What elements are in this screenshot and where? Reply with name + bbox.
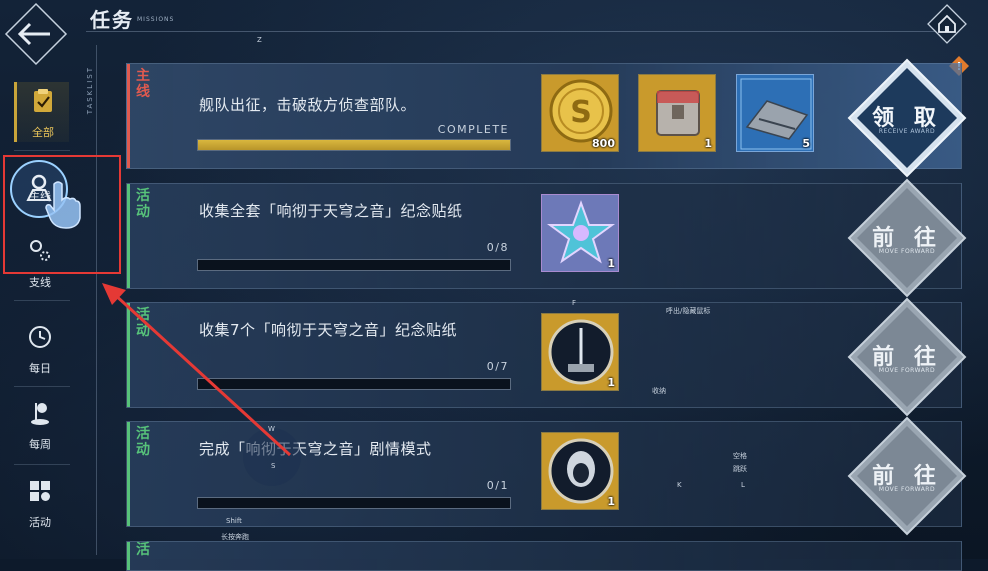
progress-label: COMPLETE [437,123,509,136]
task-card-main: 主线 舰队出征，击破敌方侦查部队。 COMPLETE S 800 1 5 领 取… [126,58,967,178]
reward-item[interactable]: 1 [541,432,619,510]
category-label: 活动 [136,307,150,339]
task-description: 收集7个「响彻于天穹之音」纪念贴纸 [199,321,458,339]
key-hint: 长按奔跑 [221,533,249,541]
reward-count: 1 [607,495,615,508]
progress-fill [198,140,510,150]
move-forward-button[interactable]: 前 往 MOVE FORWARD [847,297,967,417]
action-sublabel: MOVE FORWARD [878,248,936,255]
reward-item[interactable]: 1 [541,194,619,272]
key-hint: Z [257,36,262,44]
reward-item[interactable]: 5 [736,74,814,152]
clipboard-icon [34,89,52,112]
reward-count: 800 [592,137,615,150]
move-forward-button[interactable]: 前 往 MOVE FORWARD [847,178,967,298]
sidebar-item-label: 每日 [29,362,51,375]
title-divider [86,31,946,32]
reward-count: 1 [704,137,712,150]
home-button[interactable] [927,4,967,44]
reward-item[interactable]: 1 [638,74,716,152]
category-label: 活动 [136,188,150,220]
reward-count: 5 [802,137,810,150]
task-card-event: 活 [126,541,962,571]
sidebar-divider [96,45,97,555]
key-hint: F [572,299,577,307]
sidebar-separator [14,150,70,151]
action-sublabel: RECEIVE AWARD [878,128,936,135]
sidebar-item-daily[interactable]: 每日 [14,318,66,378]
reward-count: 1 [607,257,615,270]
sidebar-separator [14,464,70,465]
receive-award-button[interactable]: 领 取 RECEIVE AWARD [847,58,967,178]
key-hint: K [677,481,682,489]
tasklist-label: TASKLIST [86,66,94,115]
reward-item[interactable]: 1 [541,313,619,391]
clock-icon [29,326,51,348]
progress-label: 0/7 [486,360,509,373]
move-forward-button[interactable]: 前 往 MOVE FORWARD [847,416,967,536]
sidebar-item-label: 全部 [32,126,54,139]
key-hint: 呼出/隐藏鼠标 [666,307,711,315]
highlight-box [3,155,121,274]
sidebar-item-event[interactable]: 活动 [14,472,66,532]
task-description: 收集全套「响彻于天穹之音」纪念贴纸 [199,202,463,220]
category-bar [127,422,130,526]
key-hint: W [268,425,275,433]
svg-text:S: S [570,95,592,130]
grid-icon [30,481,50,501]
top-bar: 任务 MISSIONS ! [0,0,988,76]
category-label: 活 [136,542,150,558]
joystick-hint [243,428,301,486]
progress-label: 0/1 [486,479,509,492]
category-bar [127,303,130,407]
task-card-event: 活动 收集7个「响彻于天穹之音」纪念贴纸 0/7 1 前 往 MOVE FORW… [126,297,967,417]
sidebar-item-label: 每周 [29,438,51,451]
key-hint: 跳跃 [733,465,747,473]
action-sublabel: MOVE FORWARD [878,367,936,374]
progress-bar [197,259,511,271]
key-hint: 空格 [733,452,747,460]
sidebar-item-label: 活动 [29,516,51,529]
reward-item[interactable]: S 800 [541,74,619,152]
key-hint: L [741,481,745,489]
back-button[interactable] [4,2,68,66]
sidebar-item-all[interactable]: 全部 [14,82,69,142]
sidebar-item-label: 支线 [29,276,51,289]
flag-icon [31,403,49,425]
category-label: 活动 [136,426,150,458]
page-title: 任务 [90,8,134,32]
progress-bar [197,139,511,151]
category-label: 主线 [136,68,150,100]
key-hint: 收纳 [652,387,666,395]
sidebar-separator [14,386,70,387]
task-description: 舰队出征，击破敌方侦查部队。 [199,96,417,114]
reward-count: 1 [607,376,615,389]
action-sublabel: MOVE FORWARD [878,486,936,493]
progress-bar [197,497,511,509]
page-subtitle: MISSIONS [137,16,175,23]
progress-label: 0/8 [486,241,509,254]
category-bar [127,184,130,288]
sidebar-item-weekly[interactable]: 每周 [14,394,66,454]
task-card-event: 活动 收集全套「响彻于天穹之音」纪念贴纸 0/8 1 前 往 MOVE FORW… [126,178,967,298]
sidebar-separator [14,300,70,301]
category-bar [127,542,130,570]
key-hint: Shift [226,517,242,525]
key-hint: S [271,462,276,470]
task-description: 完成「响彻于天穹之音」剧情模式 [199,440,432,458]
progress-bar [197,378,511,390]
category-bar [127,64,130,168]
